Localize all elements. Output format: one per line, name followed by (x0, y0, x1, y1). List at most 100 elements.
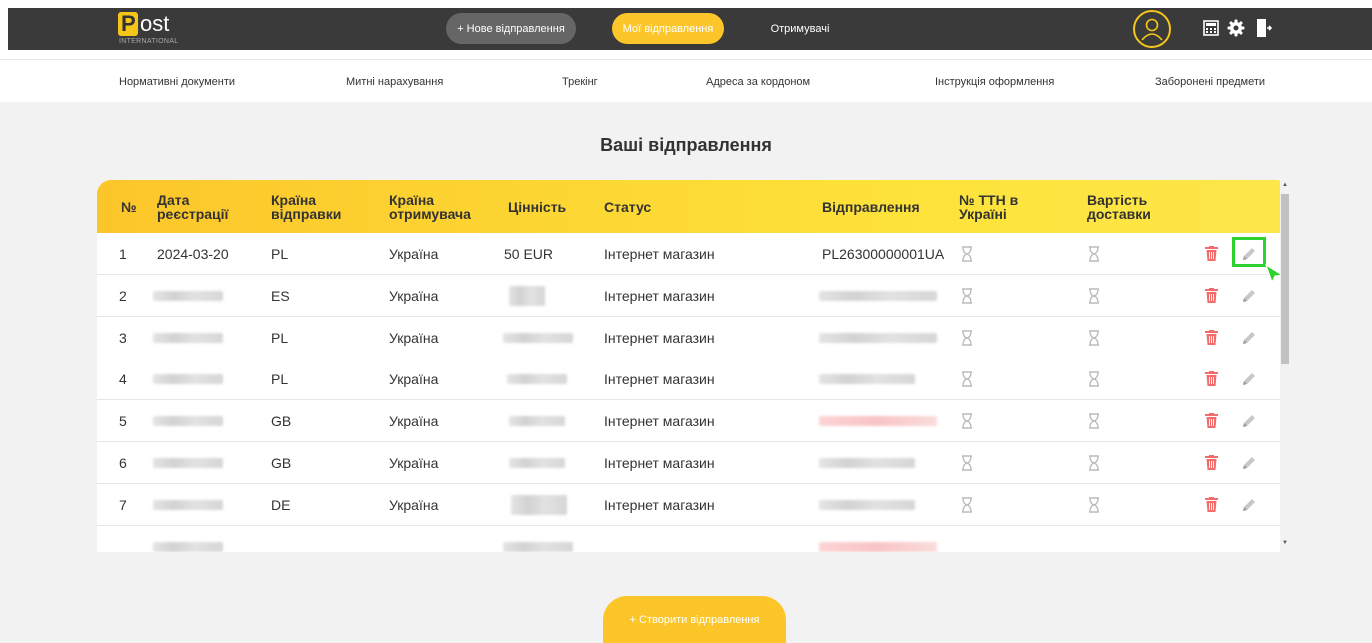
cell-to-country: Україна (389, 455, 439, 471)
cell-to-country: Україна (389, 496, 439, 513)
edit-icon[interactable] (1241, 455, 1257, 471)
hourglass-icon (961, 329, 973, 346)
cell-to-country: Україна (389, 413, 439, 430)
edit-icon[interactable] (1241, 330, 1257, 346)
cell-row-number: 7 (119, 496, 127, 513)
cell-from-country: GB (271, 413, 292, 430)
hourglass-icon (1088, 288, 1100, 304)
redacted-value (153, 458, 223, 468)
cell-value: 50 EUR (504, 246, 554, 262)
nav-link-prohibited-items[interactable]: Заборонені предмети (1155, 76, 1265, 88)
cell-status: Інтернет магазин (604, 496, 715, 513)
hourglass-icon (961, 497, 973, 513)
edit-icon[interactable] (1241, 371, 1257, 387)
logo-text: ost (140, 11, 170, 36)
nav-link-address-abroad[interactable]: Адреса за кордоном (706, 76, 810, 88)
header-shipment: Відправлення (822, 198, 920, 215)
header-status: Статус (604, 198, 652, 215)
nav-link-customs-charges[interactable]: Митні нарахування (346, 76, 443, 88)
hourglass-icon (961, 288, 973, 304)
delete-icon[interactable] (1205, 329, 1218, 345)
header-to-country: Країна отримувача (389, 191, 471, 222)
header-from-country: Країна відправки (271, 191, 342, 222)
delete-icon[interactable] (1205, 413, 1218, 429)
nav-link-instructions[interactable]: Інструкція оформлення (935, 76, 1054, 88)
cell-row-number: 5 (119, 413, 127, 430)
header-cost: Вартість доставки (1087, 191, 1151, 222)
cell-status: Інтернет магазин (604, 455, 715, 471)
cell-row-number: 6 (119, 455, 127, 471)
gear-icon[interactable] (1227, 19, 1245, 37)
delete-icon[interactable] (1205, 287, 1218, 303)
hourglass-icon (1088, 413, 1100, 429)
redacted-value (153, 374, 223, 385)
hourglass-icon (1088, 497, 1100, 513)
calculator-icon[interactable] (1203, 20, 1219, 36)
logo-subtitle: INTERNATIONAL (119, 38, 179, 45)
hourglass-icon (961, 455, 973, 471)
cell-from-country: PL (271, 371, 289, 388)
redacted-value (509, 458, 565, 468)
cell-status: Інтернет магазин (604, 246, 715, 262)
hourglass-icon (1088, 246, 1100, 262)
recipients-button[interactable]: Отримувачі (760, 13, 840, 44)
redacted-value (503, 332, 573, 343)
header-ttn: № ТТН в Україні (959, 191, 1019, 222)
redacted-value (819, 332, 937, 343)
cell-status: Інтернет магазин (604, 329, 715, 346)
logo[interactable]: P ost INTERNATIONAL (118, 12, 178, 46)
redacted-value (153, 416, 223, 427)
hourglass-icon (961, 371, 973, 388)
scrollbar-thumb[interactable] (1281, 194, 1289, 364)
cell-to-country: Україна (389, 329, 439, 346)
cell-registration-date: 2024-03-20 (157, 246, 229, 262)
create-shipment-button[interactable]: + Створити відправлення (603, 596, 786, 643)
redacted-value (819, 374, 915, 385)
table-row[interactable]: 5 GB Україна Інтернет магазин (97, 400, 1280, 443)
table-row[interactable]: 4 PL Україна Інтернет магазин (97, 358, 1280, 401)
hourglass-icon (1088, 371, 1100, 388)
logo-letter: P (121, 11, 136, 36)
hourglass-icon (1088, 455, 1100, 471)
page-title: Ваші відправлення (600, 135, 772, 155)
nav-link-regulatory-docs[interactable]: Нормативні документи (119, 76, 235, 88)
cell-status: Інтернет магазин (604, 371, 715, 388)
cell-row-number: 4 (119, 371, 127, 388)
cell-from-country: PL (271, 246, 289, 262)
redacted-value (819, 499, 915, 510)
redacted-value (511, 494, 567, 515)
edit-icon[interactable] (1241, 497, 1257, 513)
logout-icon[interactable] (1256, 18, 1273, 38)
cell-from-country: GB (271, 455, 292, 471)
cell-from-country: ES (271, 287, 290, 304)
table-row[interactable]: 7 DE Україна Інтернет магазин (97, 483, 1280, 526)
table-row[interactable]: 3 PL Україна Інтернет магазин (97, 316, 1280, 359)
my-shipments-button[interactable]: Мої відправлення (612, 13, 724, 44)
redacted-value (819, 290, 937, 301)
table-row[interactable]: 1 2024-03-20 PL Україна 50 EUR Інтернет магаз… (97, 233, 1280, 275)
delete-icon[interactable] (1205, 371, 1218, 387)
cell-row-number: 2 (119, 287, 127, 304)
delete-icon[interactable] (1205, 496, 1218, 512)
redacted-value (507, 374, 567, 385)
edit-icon[interactable] (1241, 288, 1257, 304)
delete-icon[interactable] (1205, 455, 1218, 470)
edit-highlight-box (1232, 237, 1266, 267)
new-shipment-button[interactable]: + Нове відправлення (446, 13, 576, 44)
edit-icon[interactable] (1241, 413, 1257, 429)
nav-link-tracking[interactable]: Трекінг (562, 76, 598, 88)
cell-to-country: Україна (389, 371, 439, 388)
cell-to-country: Україна (389, 246, 439, 262)
table-row[interactable]: 2 ES Україна Інтернет магазин (97, 274, 1280, 317)
delete-icon[interactable] (1205, 246, 1218, 261)
scroll-up-arrow-icon[interactable]: ▲ (1282, 182, 1288, 188)
redacted-value (153, 332, 223, 343)
cell-to-country: Україна (389, 287, 439, 304)
secondary-nav: Нормативні документи Митні нарахування Т… (0, 59, 1372, 102)
scroll-down-arrow-icon[interactable]: ▼ (1282, 540, 1288, 546)
cell-shipment-number: PL26300000001UA (822, 246, 945, 262)
user-avatar-icon[interactable] (1133, 10, 1171, 48)
table-row[interactable]: 6 GB Україна Інтернет магазин (97, 442, 1280, 484)
hourglass-icon (961, 413, 973, 429)
redacted-value (509, 285, 545, 306)
